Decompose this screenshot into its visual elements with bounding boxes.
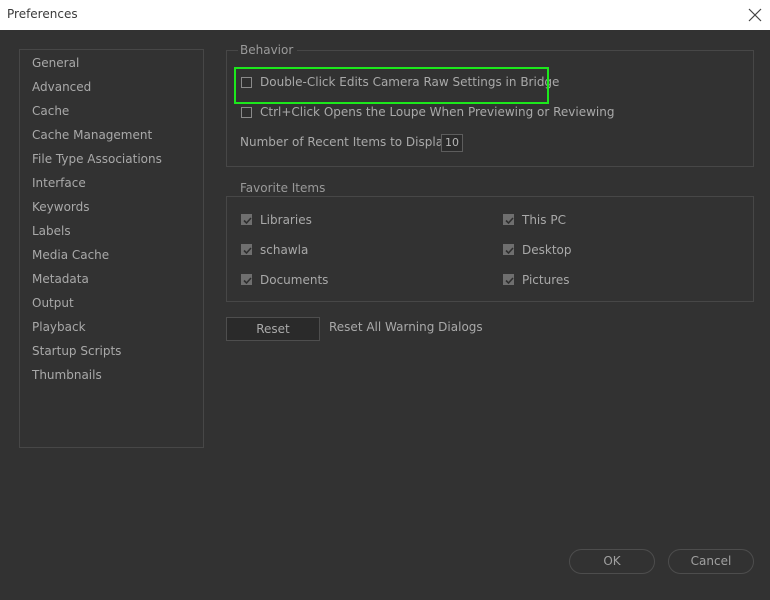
reset-description: Reset All Warning Dialogs <box>329 320 483 334</box>
sidebar-item-startup-scripts[interactable]: Startup Scripts <box>32 342 121 360</box>
ctrl-click-label[interactable]: Ctrl+Click Opens the Loupe When Previewi… <box>260 103 615 121</box>
window-title: Preferences <box>7 7 78 21</box>
sidebar-item-media-cache[interactable]: Media Cache <box>32 246 109 264</box>
recent-items-label: Number of Recent Items to Display <box>240 135 451 149</box>
reset-button[interactable]: Reset <box>226 317 320 341</box>
checkmark-icon <box>505 247 514 255</box>
sidebar-item-output[interactable]: Output <box>32 294 74 312</box>
checkmark-icon <box>505 277 514 285</box>
checkmark-icon <box>505 217 514 225</box>
sidebar-item-advanced[interactable]: Advanced <box>32 78 91 96</box>
checkmark-icon <box>243 247 252 255</box>
behavior-legend: Behavior <box>238 42 298 58</box>
sidebar-item-metadata[interactable]: Metadata <box>32 270 89 288</box>
checkmark-icon <box>243 277 252 285</box>
highlight-box <box>234 67 549 104</box>
sidebar-item-cache[interactable]: Cache <box>32 102 69 120</box>
title-bar: Preferences <box>0 0 770 30</box>
sidebar-item-general[interactable]: General <box>32 54 79 72</box>
documents-checkbox[interactable] <box>241 274 252 285</box>
close-icon[interactable] <box>744 4 766 26</box>
sidebar-item-interface[interactable]: Interface <box>32 174 86 192</box>
cancel-button[interactable]: Cancel <box>668 549 754 574</box>
schawla-checkbox[interactable] <box>241 244 252 255</box>
ok-button[interactable]: OK <box>569 549 655 574</box>
checkmark-icon <box>243 217 252 225</box>
sidebar-item-keywords[interactable]: Keywords <box>32 198 90 216</box>
desktop-checkbox[interactable] <box>503 244 514 255</box>
libraries-checkbox[interactable] <box>241 214 252 225</box>
sidebar-item-file-type-associations[interactable]: File Type Associations <box>32 150 162 168</box>
this-pc-checkbox[interactable] <box>503 214 514 225</box>
favorite-items-legend: Favorite Items <box>238 180 330 196</box>
this-pc-label[interactable]: This PC <box>522 211 566 229</box>
sidebar-item-playback[interactable]: Playback <box>32 318 86 336</box>
ctrl-click-checkbox[interactable] <box>241 107 252 118</box>
schawla-label[interactable]: schawla <box>260 241 308 259</box>
pictures-checkbox[interactable] <box>503 274 514 285</box>
sidebar-item-thumbnails[interactable]: Thumbnails <box>32 366 102 384</box>
desktop-label[interactable]: Desktop <box>522 241 572 259</box>
libraries-label[interactable]: Libraries <box>260 211 312 229</box>
documents-label[interactable]: Documents <box>260 271 328 289</box>
pictures-label[interactable]: Pictures <box>522 271 570 289</box>
recent-items-input[interactable]: 10 <box>441 134 463 152</box>
preferences-sidebar: General Advanced Cache Cache Management … <box>19 49 204 448</box>
sidebar-item-cache-management[interactable]: Cache Management <box>32 126 152 144</box>
sidebar-item-labels[interactable]: Labels <box>32 222 71 240</box>
